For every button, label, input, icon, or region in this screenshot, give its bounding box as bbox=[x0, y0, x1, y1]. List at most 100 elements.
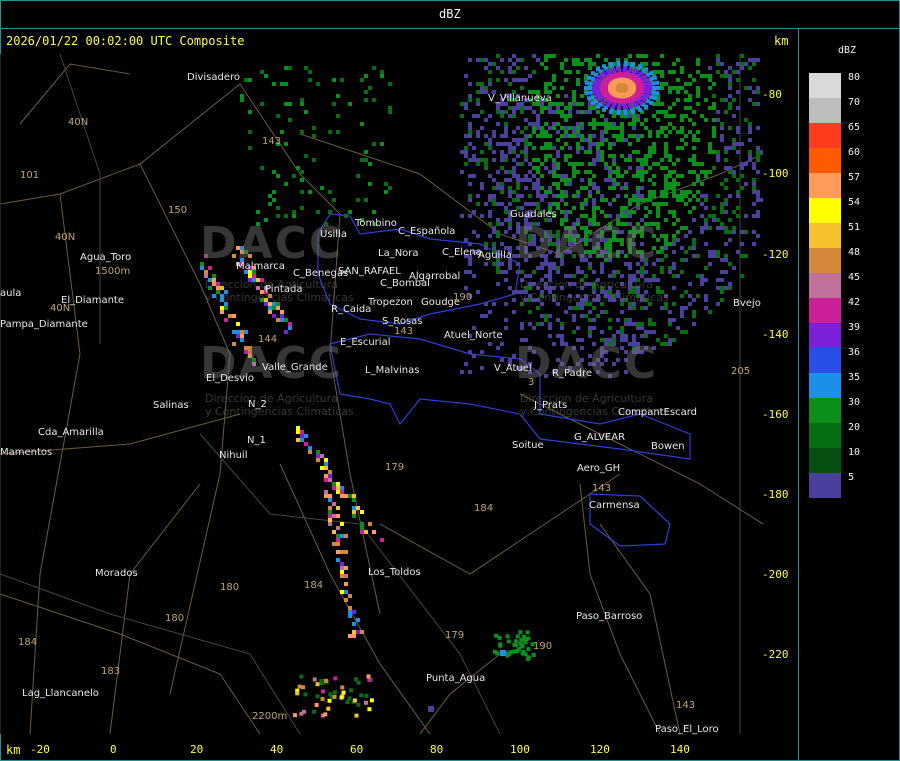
echo-pixel bbox=[354, 713, 359, 718]
echo-pixel bbox=[680, 306, 684, 310]
echo-pixel bbox=[612, 122, 616, 126]
echo-pixel bbox=[272, 306, 276, 310]
echo-pixel bbox=[500, 358, 504, 362]
echo-pixel bbox=[324, 494, 328, 498]
echo-pixel bbox=[656, 278, 660, 282]
echo-pixel bbox=[632, 122, 636, 126]
echo-pixel bbox=[468, 98, 472, 102]
echo-pixel bbox=[500, 158, 504, 162]
echo-pixel bbox=[480, 350, 484, 354]
echo-pixel bbox=[500, 70, 504, 74]
echo-pixel bbox=[628, 318, 632, 322]
echo-pixel bbox=[372, 210, 376, 214]
echo-pixel bbox=[348, 634, 352, 638]
echo-pixel bbox=[752, 186, 756, 190]
echo-pixel bbox=[272, 170, 276, 174]
echo-pixel bbox=[556, 202, 560, 206]
echo-pixel bbox=[684, 98, 688, 102]
echo-pixel bbox=[624, 158, 628, 162]
echo-pixel bbox=[512, 298, 516, 302]
echo-pixel bbox=[480, 82, 484, 86]
echo-pixel bbox=[647, 90, 652, 95]
echo-pixel bbox=[464, 74, 468, 78]
echo-pixel bbox=[472, 210, 476, 214]
echo-pixel bbox=[524, 106, 528, 110]
echo-pixel bbox=[328, 190, 332, 194]
echo-pixel bbox=[236, 322, 240, 326]
echo-pixel bbox=[348, 614, 352, 618]
echo-pixel bbox=[336, 490, 340, 494]
echo-pixel bbox=[612, 134, 616, 138]
echo-pixel bbox=[316, 82, 320, 86]
echo-pixel bbox=[496, 78, 500, 82]
echo-pixel bbox=[572, 62, 576, 66]
echo-pixel bbox=[276, 318, 280, 322]
echo-pixel bbox=[696, 70, 700, 74]
echo-pixel bbox=[656, 70, 660, 74]
echo-pixel bbox=[700, 194, 704, 198]
echo-pixel bbox=[580, 110, 584, 114]
echo-pixel bbox=[308, 450, 312, 454]
echo-pixel bbox=[480, 126, 484, 130]
echo-pixel bbox=[536, 306, 540, 310]
echo-pixel bbox=[540, 134, 544, 138]
echo-pixel bbox=[592, 126, 596, 130]
echo-pixel bbox=[464, 362, 468, 366]
echo-pixel bbox=[540, 106, 544, 110]
echo-pixel bbox=[352, 630, 356, 634]
echo-pixel bbox=[460, 150, 464, 154]
echo-pixel bbox=[564, 158, 568, 162]
legend-swatch bbox=[809, 398, 841, 423]
place-label: aula bbox=[0, 288, 22, 299]
echo-pixel bbox=[336, 506, 340, 510]
echo-pixel bbox=[536, 114, 540, 118]
echo-pixel bbox=[676, 274, 680, 278]
echo-pixel bbox=[512, 62, 516, 66]
echo-pixel bbox=[623, 111, 628, 116]
echo-pixel bbox=[651, 90, 656, 95]
echo-pixel bbox=[704, 198, 708, 202]
echo-pixel bbox=[332, 694, 337, 699]
echo-pixel bbox=[352, 634, 356, 638]
echo-pixel bbox=[712, 150, 716, 154]
echo-pixel bbox=[676, 130, 680, 134]
echo-pixel bbox=[520, 322, 524, 326]
echo-pixel bbox=[728, 66, 732, 70]
echo-pixel bbox=[664, 218, 668, 222]
echo-pixel bbox=[268, 194, 272, 198]
echo-pixel bbox=[556, 122, 560, 126]
echo-pixel bbox=[552, 102, 556, 106]
km-label-bottom: km bbox=[6, 743, 21, 757]
echo-pixel bbox=[736, 142, 740, 146]
echo-pixel bbox=[596, 186, 600, 190]
echo-pixel bbox=[522, 637, 527, 642]
echo-pixel bbox=[724, 286, 728, 290]
echo-pixel bbox=[508, 106, 512, 110]
legend-swatch bbox=[809, 423, 841, 448]
echo-pixel bbox=[592, 210, 596, 214]
echo-pixel bbox=[576, 162, 580, 166]
echo-pixel bbox=[332, 102, 336, 106]
echo-pixel bbox=[668, 158, 672, 162]
echo-pixel bbox=[240, 330, 244, 334]
echo-pixel bbox=[304, 110, 308, 114]
y-tick-label: -140 bbox=[762, 328, 789, 341]
echo-pixel bbox=[528, 202, 532, 206]
echo-pixel bbox=[516, 126, 520, 130]
echo-pixel bbox=[296, 430, 300, 434]
echo-pixel bbox=[708, 226, 712, 230]
echo-pixel bbox=[716, 58, 720, 62]
echo-pixel bbox=[572, 58, 576, 62]
echo-pixel bbox=[752, 242, 756, 246]
echo-pixel bbox=[728, 106, 732, 110]
echo-pixel bbox=[592, 162, 596, 166]
echo-pixel bbox=[626, 72, 631, 77]
echo-pixel bbox=[664, 190, 668, 194]
echo-pixel bbox=[616, 194, 620, 198]
echo-pixel bbox=[668, 90, 672, 94]
legend-swatch bbox=[809, 448, 841, 473]
echo-pixel bbox=[724, 166, 728, 170]
echo-pixel bbox=[556, 110, 560, 114]
echo-pixel bbox=[288, 66, 292, 70]
echo-pixel bbox=[588, 150, 592, 154]
